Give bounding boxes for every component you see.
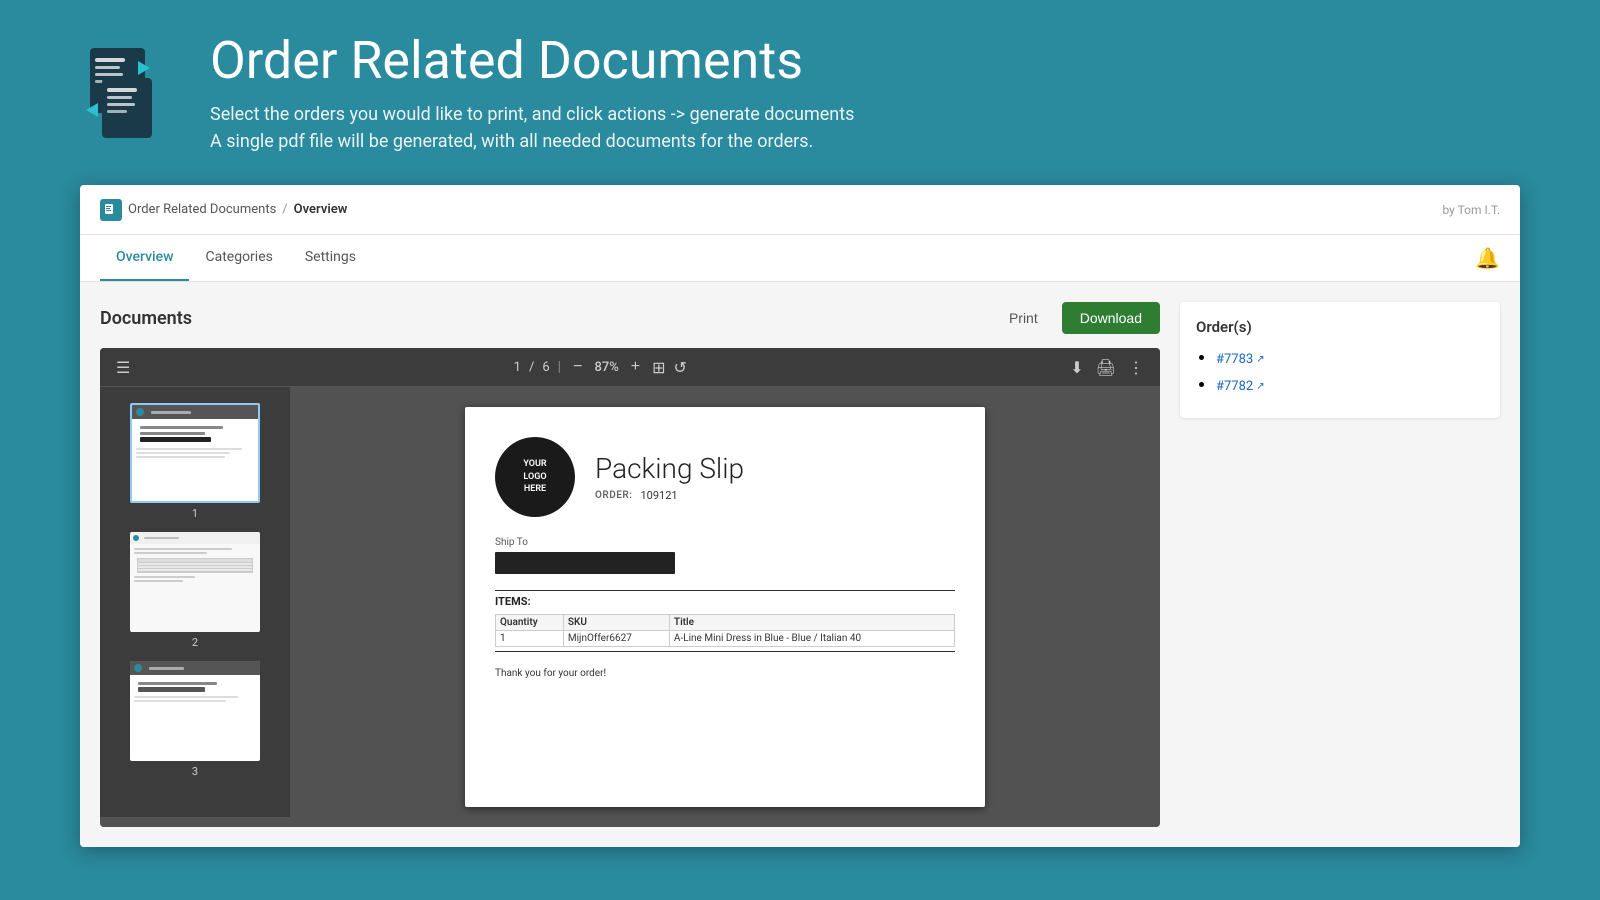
documents-actions: Print Download: [999, 302, 1160, 334]
pdf-thumb-num-2: 2: [192, 636, 198, 649]
pdf-thumb-img-2: [130, 532, 260, 632]
packing-slip-header: YOUR LOGO HERE Packing Slip ORDER:: [495, 437, 955, 517]
breadcrumb-app: Order Related Documents: [128, 202, 276, 217]
pdf-viewer: ☰ 1 / 6 | − 87% + ⊞ ↺ ⬇: [100, 348, 1160, 827]
pdf-thumbnail-2[interactable]: 2: [110, 532, 280, 649]
table-header-row: Quantity SKU Title: [496, 615, 955, 631]
main-content: Documents Print Download ☰ 1 / 6: [80, 282, 1520, 847]
pdf-thumbnails: 1: [100, 387, 290, 817]
order-id-7782: #7782: [1216, 379, 1253, 394]
pdf-more-icon[interactable]: ⋮: [1128, 358, 1144, 377]
tab-overview[interactable]: Overview: [100, 235, 189, 281]
breadcrumb-separator: /: [282, 202, 287, 217]
list-item: #7783 ↗: [1216, 348, 1484, 367]
pdf-toolbar: ☰ 1 / 6 | − 87% + ⊞ ↺ ⬇: [100, 348, 1160, 387]
pdf-page-current: 1: [514, 360, 521, 375]
company-logo: YOUR LOGO HERE: [495, 437, 575, 517]
cell-title: A-Line Mini Dress in Blue - Blue / Itali…: [669, 631, 954, 647]
order-number: 109121: [640, 489, 677, 502]
orders-sidebar-title: Order(s): [1196, 318, 1484, 336]
order-id-7783: #7783: [1216, 352, 1253, 367]
cell-sku: MijnOffer6627: [563, 631, 669, 647]
page-subtitle: Select the orders you would like to prin…: [210, 101, 854, 155]
pdf-download-icon[interactable]: ⬇: [1070, 358, 1083, 377]
pdf-thumb-img-3: [130, 661, 260, 761]
documents-title: Documents: [100, 308, 192, 329]
table-row: 1 MijnOffer6627 A-Line Mini Dress in Blu…: [496, 631, 955, 647]
order-link-7782[interactable]: #7782 ↗: [1216, 379, 1265, 394]
documents-header: Documents Print Download: [100, 302, 1160, 334]
header-banner: Order Related Documents Select the order…: [0, 0, 1600, 185]
items-table: Quantity SKU Title 1 MijnOffer66: [495, 614, 955, 647]
pdf-page-total: 6: [542, 360, 549, 375]
notification-bell-icon[interactable]: 🔔: [1475, 246, 1500, 270]
app-header: Order Related Documents / Overview by To…: [80, 185, 1520, 235]
pdf-thumbnail-3[interactable]: 3: [110, 661, 280, 778]
pdf-thumbnail-1[interactable]: 1: [110, 403, 280, 520]
pdf-thumb-num-1: 1: [192, 507, 198, 520]
packing-slip-title: Packing Slip: [595, 452, 955, 485]
items-label: ITEMS:: [495, 595, 955, 608]
order-label: ORDER:: [595, 490, 632, 501]
pdf-print-icon[interactable]: 🖨: [1096, 358, 1116, 377]
items-section: ITEMS: Quantity SKU Title: [495, 590, 955, 652]
packing-slip-title-area: Packing Slip ORDER: 109121: [595, 452, 955, 502]
app-window: Order Related Documents / Overview by To…: [80, 185, 1520, 847]
nav-tabs: Overview Categories Settings 🔔: [80, 235, 1520, 282]
pdf-thumb-num-3: 3: [192, 765, 198, 778]
ship-to-section: Ship To: [495, 537, 955, 574]
pdf-toolbar-center: 1 / 6 | − 87% + ⊞ ↺: [140, 356, 1060, 378]
download-button[interactable]: Download: [1062, 302, 1160, 334]
pdf-toolbar-right: ⬇ 🖨 ⋮: [1070, 358, 1144, 377]
ship-to-address-block: [495, 552, 675, 574]
header-icon: [60, 33, 180, 153]
breadcrumb: Order Related Documents / Overview: [100, 199, 347, 221]
tab-categories[interactable]: Categories: [189, 235, 288, 281]
attribution: by Tom I.T.: [1443, 203, 1501, 217]
col-quantity: Quantity: [496, 615, 564, 631]
pdf-zoom-out-button[interactable]: −: [569, 356, 586, 378]
orders-sidebar: Order(s) #7783 ↗ #7782 ↗: [1180, 302, 1500, 418]
pdf-toolbar-left: ☰: [116, 358, 130, 377]
pdf-zoom-in-button[interactable]: +: [627, 356, 644, 378]
list-item: #7782 ↗: [1216, 375, 1484, 394]
pdf-main-page: YOUR LOGO HERE Packing Slip ORDER:: [290, 387, 1160, 827]
col-sku: SKU: [563, 615, 669, 631]
external-link-icon-1: ↗: [1256, 354, 1264, 365]
pdf-page-document: YOUR LOGO HERE Packing Slip ORDER:: [465, 407, 985, 807]
orders-list: #7783 ↗ #7782 ↗: [1196, 348, 1484, 394]
pdf-body: 1: [100, 387, 1160, 827]
logo-text: YOUR LOGO HERE: [523, 458, 546, 496]
documents-section: Documents Print Download ☰ 1 / 6: [100, 302, 1160, 827]
pdf-page-separator: /: [529, 360, 534, 375]
print-button[interactable]: Print: [999, 304, 1048, 332]
cell-quantity: 1: [496, 631, 564, 647]
items-divider-bottom: [495, 651, 955, 652]
packing-slip-order: ORDER: 109121: [595, 489, 955, 502]
thank-you-text: Thank you for your order!: [495, 668, 955, 679]
pdf-fit-icon[interactable]: ⊞: [652, 358, 665, 377]
pdf-thumb-img-1: [130, 403, 260, 503]
items-divider-top: [495, 590, 955, 591]
header-text: Order Related Documents Select the order…: [210, 30, 854, 155]
external-link-icon-2: ↗: [1256, 381, 1264, 392]
app-icon: [100, 199, 122, 221]
breadcrumb-current: Overview: [294, 202, 348, 217]
pdf-menu-icon[interactable]: ☰: [116, 358, 130, 377]
tab-settings[interactable]: Settings: [289, 235, 372, 281]
order-link-7783[interactable]: #7783 ↗: [1216, 352, 1265, 367]
pdf-zoom-level: 87%: [594, 360, 618, 375]
page-main-title: Order Related Documents: [210, 30, 854, 91]
ship-to-label: Ship To: [495, 537, 955, 548]
pdf-rotate-icon[interactable]: ↺: [674, 358, 687, 377]
tabs-container: Overview Categories Settings: [100, 235, 372, 281]
col-title: Title: [669, 615, 954, 631]
